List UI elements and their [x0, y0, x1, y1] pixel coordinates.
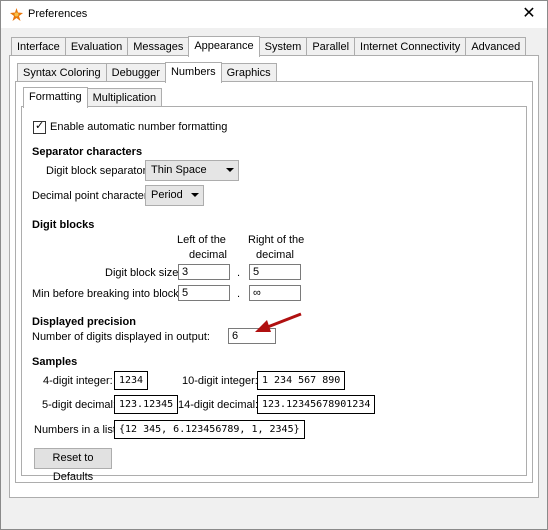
digit-block-separator-label: Digit block separator:: [46, 165, 150, 177]
samples-heading: Samples: [32, 356, 78, 368]
tab-advanced[interactable]: Advanced: [465, 37, 527, 56]
chevron-down-icon: [226, 168, 234, 172]
digit-block-size-right-input[interactable]: 5: [249, 264, 301, 280]
app-icon: [10, 8, 23, 21]
checkmark-icon: ✓: [35, 120, 45, 132]
decimal-dot: .: [237, 267, 241, 279]
tab-interface[interactable]: Interface: [11, 37, 66, 56]
dec14-sample: 123.12345678901234: [257, 395, 376, 414]
decimal-point-value: Period: [151, 189, 183, 201]
list-label: Numbers in a list:: [34, 424, 119, 436]
min-before-breaking-right-input[interactable]: ∞: [249, 285, 301, 301]
tab-system[interactable]: System: [258, 37, 308, 56]
digit-block-separator-value: Thin Space: [151, 164, 207, 176]
tab-debugger[interactable]: Debugger: [105, 63, 166, 82]
tab-syntax-coloring[interactable]: Syntax Coloring: [17, 63, 107, 82]
min-before-breaking-label: Min before breaking into blocks:: [32, 288, 188, 300]
precision-label: Number of digits displayed in output:: [32, 331, 210, 343]
sub-tab-bar: Syntax Coloring Debugger Numbers Graphic…: [17, 62, 277, 83]
digit-block-size-left-input[interactable]: 3: [178, 264, 230, 280]
tab-evaluation[interactable]: Evaluation: [64, 37, 129, 56]
tab-graphics[interactable]: Graphics: [220, 63, 277, 82]
digit-block-size-label: Digit block size:: [105, 267, 182, 279]
inner-tab-bar: Formatting Multiplication: [23, 87, 163, 108]
appearance-panel: Syntax Coloring Debugger Numbers Graphic…: [9, 55, 539, 498]
tab-messages[interactable]: Messages: [127, 37, 190, 56]
tab-internet-connectivity[interactable]: Internet Connectivity: [354, 37, 467, 56]
red-arrow-annotation: [255, 312, 302, 332]
dec5-label: 5-digit decimal:: [42, 399, 116, 411]
min-before-breaking-left-input[interactable]: 5: [178, 285, 230, 301]
int10-sample: 1 234 567 890: [257, 371, 346, 390]
left-of-decimal-header: Left of the: [177, 234, 226, 246]
preferences-window: Preferences ✕ Interface Evaluation Messa…: [0, 0, 548, 530]
reset-to-defaults-button[interactable]: Reset to Defaults: [34, 448, 112, 483]
int4-label: 4-digit integer:: [43, 375, 113, 387]
separator-heading: Separator characters: [32, 146, 143, 158]
int4-sample: 1234: [114, 371, 149, 390]
window-title: Preferences: [28, 8, 88, 20]
decimal-point-select[interactable]: Period: [145, 185, 204, 206]
int10-label: 10-digit integer:: [182, 375, 258, 387]
enable-formatting-label[interactable]: Enable automatic number formatting: [50, 121, 227, 133]
decimal-dot: .: [237, 288, 241, 300]
tab-multiplication[interactable]: Multiplication: [86, 88, 163, 107]
dec14-label: 14-digit decimal:: [178, 399, 259, 411]
tab-parallel[interactable]: Parallel: [306, 37, 356, 56]
digit-block-separator-select[interactable]: Thin Space: [145, 160, 239, 181]
tab-formatting[interactable]: Formatting: [23, 87, 88, 108]
formatting-panel: ✓ Enable automatic number formatting Sep…: [21, 106, 527, 483]
numbers-panel: Formatting Multiplication ✓ Enable autom…: [15, 81, 533, 483]
dec5-sample: 123.12345: [114, 395, 179, 414]
right-of-decimal-header: Right of the: [248, 234, 305, 246]
enable-formatting-checkbox[interactable]: ✓: [33, 120, 46, 134]
digit-blocks-heading: Digit blocks: [32, 219, 95, 231]
tab-numbers[interactable]: Numbers: [164, 62, 222, 83]
close-icon[interactable]: ✕: [519, 4, 539, 24]
tab-appearance[interactable]: Appearance: [188, 36, 260, 57]
main-tab-bar: Interface Evaluation Messages Appearance…: [11, 36, 527, 57]
left-of-decimal-header-2: decimal: [189, 249, 227, 261]
right-of-decimal-header-2: decimal: [256, 249, 294, 261]
chevron-down-icon: [191, 193, 199, 197]
precision-heading: Displayed precision: [32, 316, 136, 328]
title-bar[interactable]: Preferences ✕: [1, 1, 547, 28]
decimal-point-label: Decimal point character:: [32, 190, 151, 202]
list-sample: {12 345, 6.123456789, 1, 2345}: [114, 420, 305, 439]
